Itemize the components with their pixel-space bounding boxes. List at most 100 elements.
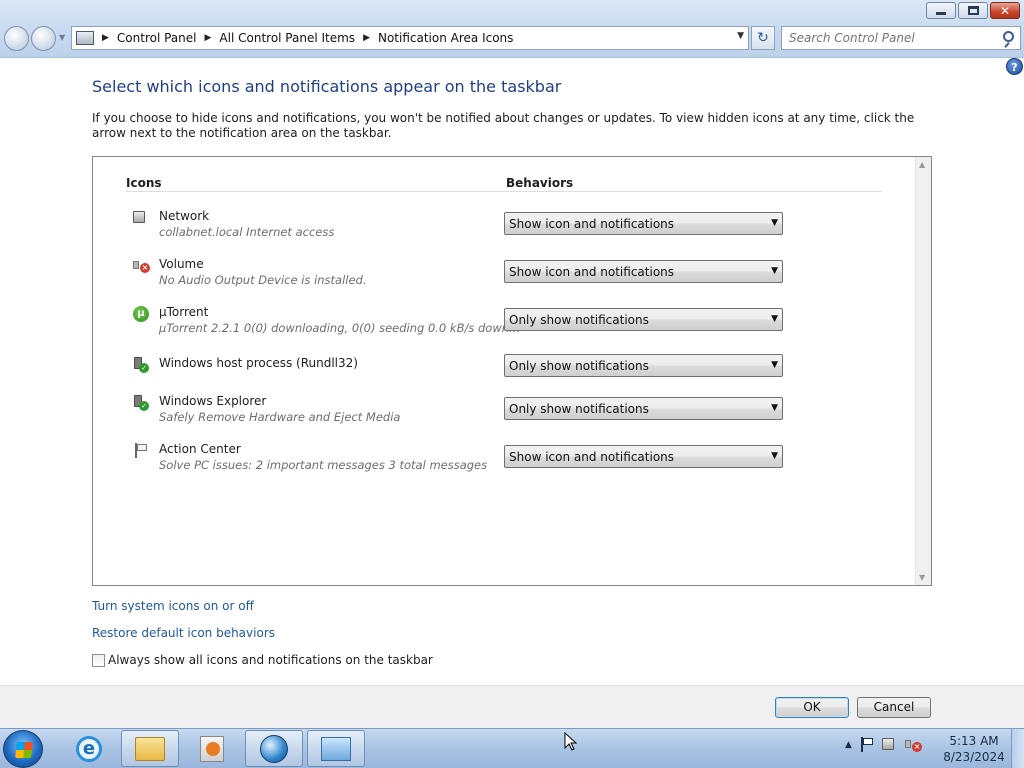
behavior-select[interactable]: Show icon and notifications ▼ [504, 212, 783, 235]
close-icon: ✕ [999, 3, 1011, 18]
breadcrumb-separator-icon[interactable]: ▶ [205, 33, 212, 43]
list-item: ✓ Windows Explorer Safely Remove Hardwar… [93, 394, 913, 424]
scroll-down-icon[interactable]: ▼ [919, 573, 925, 582]
breadcrumb-all-items[interactable]: All Control Panel Items [219, 31, 355, 45]
chevron-down-icon: ▼ [771, 403, 778, 413]
behavior-select[interactable]: Show icon and notifications ▼ [504, 445, 783, 468]
back-button[interactable] [4, 26, 29, 51]
globe-icon [260, 734, 288, 763]
behavior-select[interactable]: Only show notifications ▼ [504, 354, 783, 377]
item-description: collabnet.local Internet access [159, 225, 335, 239]
behavior-select[interactable]: Only show notifications ▼ [504, 308, 783, 331]
header-divider [126, 191, 882, 192]
taskbar-internet-explorer[interactable]: e [60, 730, 118, 767]
recent-pages-dropdown-icon[interactable]: ▼ [59, 33, 65, 42]
item-name: Windows Explorer [159, 394, 267, 408]
control-panel-icon [76, 31, 94, 45]
help-icon[interactable]: ? [1006, 58, 1023, 75]
windows-logo-icon [15, 742, 33, 758]
chevron-down-icon: ▼ [771, 360, 778, 370]
restore-defaults-link[interactable]: Restore default icon behaviors [92, 626, 275, 640]
column-header-behaviors: Behaviors [506, 176, 574, 190]
refresh-icon: ↻ [757, 30, 769, 46]
close-button[interactable]: ✕ [990, 2, 1020, 19]
address-dropdown-icon[interactable]: ▼ [737, 31, 744, 41]
list-item: ✓ Windows host process (Rundll32) Only s… [93, 354, 913, 377]
breadcrumb-separator-icon[interactable]: ▶ [102, 33, 109, 43]
device-check-icon: ✓ [133, 357, 149, 373]
item-description: µTorrent 2.2.1 0(0) downloading, 0(0) se… [159, 321, 520, 335]
column-header-icons: Icons [126, 176, 162, 190]
behavior-value: Only show notifications [509, 312, 649, 327]
cancel-button[interactable]: Cancel [857, 697, 931, 718]
behavior-value: Show icon and notifications [509, 264, 675, 279]
address-bar[interactable]: ▶ Control Panel ▶ All Control Panel Item… [71, 26, 749, 50]
list-item: Action Center Solve PC issues: 2 importa… [93, 442, 913, 472]
ok-button[interactable]: OK [775, 697, 849, 718]
search-input[interactable] [789, 31, 989, 45]
clock-time: 5:13 AM [949, 734, 999, 748]
item-description: Safely Remove Hardware and Eject Media [159, 410, 401, 424]
clock-date: 8/23/2024 [943, 750, 1005, 764]
scroll-up-icon[interactable]: ▲ [919, 160, 925, 169]
breadcrumb-separator-icon[interactable]: ▶ [363, 33, 370, 43]
always-show-label[interactable]: Always show all icons and notifications … [108, 653, 433, 667]
restore-button[interactable] [958, 2, 988, 19]
item-description: Solve PC issues: 2 important messages 3 … [159, 458, 488, 472]
device-check-icon: ✓ [133, 395, 149, 411]
always-show-checkbox[interactable] [92, 653, 105, 667]
volume-muted-icon: × [133, 258, 150, 274]
minimize-button[interactable] [926, 2, 956, 19]
forward-button[interactable] [31, 26, 56, 51]
volume-muted-tray-icon[interactable]: × [904, 737, 922, 753]
chevron-down-icon: ▼ [771, 218, 778, 228]
behavior-value: Show icon and notifications [509, 216, 675, 231]
item-description: No Audio Output Device is installed. [159, 273, 367, 287]
dialog-footer: OK Cancel [0, 685, 1024, 728]
navigation-row: ▼ ▶ Control Panel ▶ All Control Panel It… [0, 24, 1024, 52]
behavior-select[interactable]: Only show notifications ▼ [504, 397, 783, 420]
intro-text: If you choose to hide icons and notifica… [92, 111, 915, 140]
internet-explorer-icon: e [76, 735, 102, 762]
item-name: µTorrent [159, 305, 209, 319]
utorrent-icon: µ [133, 306, 149, 322]
item-name: Action Center [159, 442, 241, 456]
search-icon[interactable] [1003, 31, 1014, 42]
taskbar-control-panel[interactable] [307, 730, 365, 767]
network-tray-icon[interactable] [881, 737, 898, 753]
turn-system-icons-link[interactable]: Turn system icons on or off [92, 599, 254, 613]
show-desktop-button[interactable] [1011, 729, 1024, 768]
item-name: Network [159, 209, 210, 223]
behavior-value: Show icon and notifications [509, 449, 675, 464]
behavior-select[interactable]: Show icon and notifications ▼ [504, 260, 783, 283]
item-name: Windows host process (Rundll32) [159, 356, 358, 370]
folder-icon [135, 736, 165, 761]
behavior-value: Only show notifications [509, 401, 649, 416]
item-name: Volume [159, 257, 204, 271]
start-button[interactable] [3, 730, 43, 768]
chevron-down-icon: ▼ [771, 314, 778, 324]
chevron-down-icon: ▼ [771, 451, 778, 461]
system-clock[interactable]: 5:13 AM 8/23/2024 [940, 733, 1008, 765]
always-show-option[interactable]: Always show all icons and notifications … [92, 653, 433, 667]
show-hidden-icons-icon[interactable]: ▲ [845, 740, 852, 750]
refresh-button[interactable]: ↻ [751, 26, 775, 50]
control-panel-icon [321, 736, 351, 761]
flag-icon [133, 443, 149, 459]
breadcrumb-notification-icons[interactable]: Notification Area Icons [378, 31, 513, 45]
window-titlebar: ✕ ▼ ▶ Control Panel ▶ All Control Panel … [0, 0, 1024, 58]
minimize-icon [936, 12, 946, 15]
taskbar-network-app[interactable] [245, 730, 303, 767]
list-item: × Volume No Audio Output Device is insta… [93, 257, 913, 287]
breadcrumb-control-panel[interactable]: Control Panel [117, 31, 197, 45]
vertical-scrollbar[interactable]: ▲ ▼ [915, 157, 931, 585]
window-controls: ✕ [926, 2, 1020, 19]
taskbar: e ▲ × 5:13 AM 8/23/2024 [0, 728, 1024, 768]
network-icon [133, 210, 149, 226]
search-box[interactable] [781, 26, 1021, 50]
notification-area: ▲ × [845, 737, 922, 753]
media-player-icon [200, 735, 224, 762]
taskbar-windows-explorer[interactable] [121, 730, 179, 767]
action-center-flag-icon[interactable] [859, 737, 875, 753]
taskbar-media-player[interactable] [183, 730, 241, 767]
